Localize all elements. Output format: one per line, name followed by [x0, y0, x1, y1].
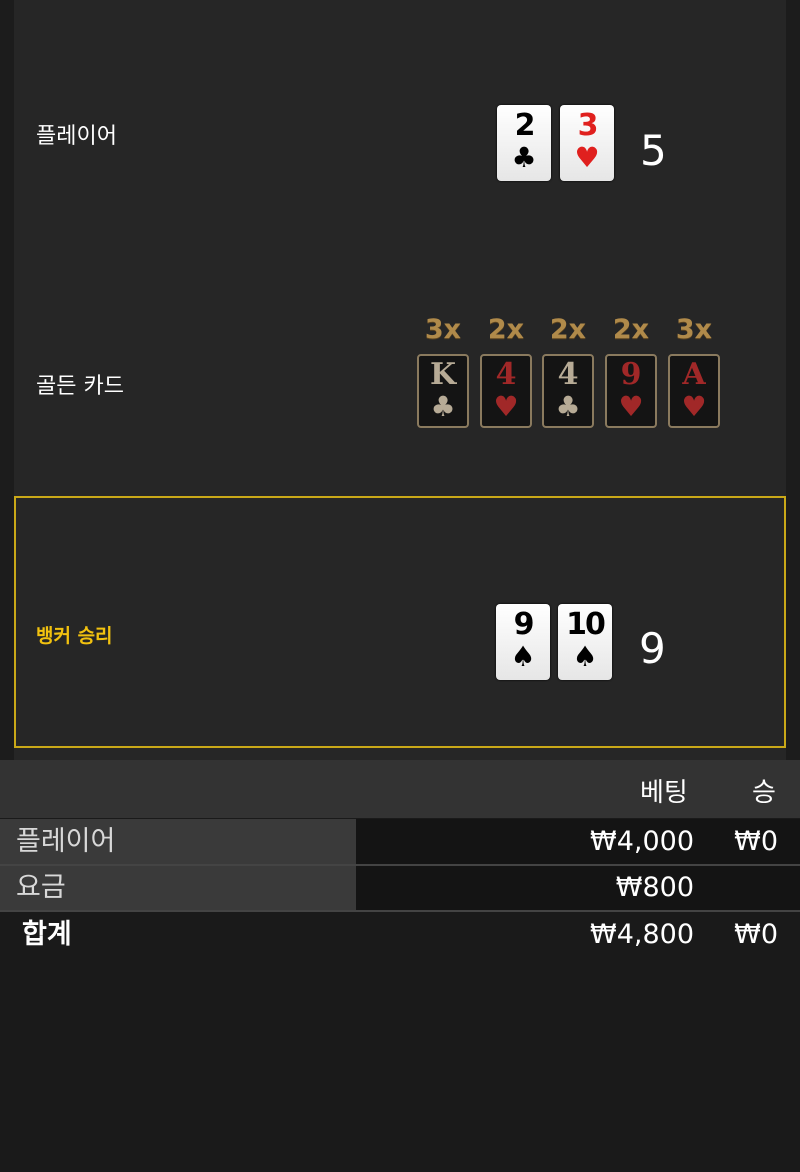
bet-row-player-win: ₩0 [734, 826, 778, 857]
card-rank: 10 [566, 607, 606, 642]
multiplier-badge: 3x [424, 314, 462, 345]
banker-win-label: 뱅커 승리 [36, 625, 113, 647]
golden-card-4: 9 ♥ [605, 354, 657, 428]
golden-card-5: A ♥ [668, 354, 720, 428]
bet-row-player-bet: ₩4,000 [590, 826, 694, 857]
bet-row-fee-values [356, 866, 800, 910]
multiplier-badge: 2x [612, 314, 650, 345]
card-rank: 3 [577, 108, 599, 143]
banker-card-1: 9 ♠ [496, 604, 550, 680]
total-label: 합계 [22, 919, 72, 950]
player-total: 5 [640, 126, 667, 175]
multiplier-badge: 2x [549, 314, 587, 345]
card-rank: 2 [514, 108, 536, 143]
clubs-icon: ♣ [555, 390, 581, 423]
hearts-icon: ♥ [574, 141, 600, 174]
card-rank: 9 [620, 357, 642, 392]
hearts-icon: ♥ [681, 390, 707, 423]
total-bet: ₩4,800 [590, 919, 694, 950]
hearts-icon: ♥ [618, 390, 644, 423]
golden-card-1: K ♣ [417, 354, 469, 428]
bet-row-fee-bet: ₩800 [615, 872, 694, 903]
golden-card-label: 골든 카드 [36, 374, 124, 399]
player-card-1: 2 ♣ [497, 105, 551, 181]
card-rank: A [682, 357, 706, 392]
total-win: ₩0 [734, 919, 778, 950]
multiplier-badge: 3x [675, 314, 713, 345]
player-card-2: 3 ♥ [560, 105, 614, 181]
win-column-header: 승 [752, 778, 776, 808]
right-edge [786, 0, 800, 760]
hearts-icon: ♥ [493, 390, 519, 423]
row-divider [0, 910, 800, 912]
multiplier-badge: 2x [487, 314, 525, 345]
clubs-icon: ♣ [430, 390, 456, 423]
banker-total: 9 [639, 624, 666, 673]
spades-icon: ♠ [572, 640, 598, 673]
player-label: 플레이어 [36, 124, 117, 149]
bet-row-fee-label: 요금 [0, 866, 356, 910]
clubs-icon: ♣ [511, 141, 537, 174]
bet-column-header: 베팅 [640, 778, 688, 808]
spades-icon: ♠ [510, 640, 536, 673]
card-rank: 4 [557, 357, 579, 392]
golden-card-3: 4 ♣ [542, 354, 594, 428]
bet-row-player-label: 플레이어 [0, 819, 356, 864]
card-rank: K [429, 357, 457, 392]
card-rank: 4 [495, 357, 517, 392]
golden-card-2: 4 ♥ [480, 354, 532, 428]
banker-card-2: 10 ♠ [558, 604, 612, 680]
left-edge [0, 0, 14, 760]
banker-winner-highlight [14, 496, 786, 748]
card-rank: 9 [513, 607, 535, 642]
